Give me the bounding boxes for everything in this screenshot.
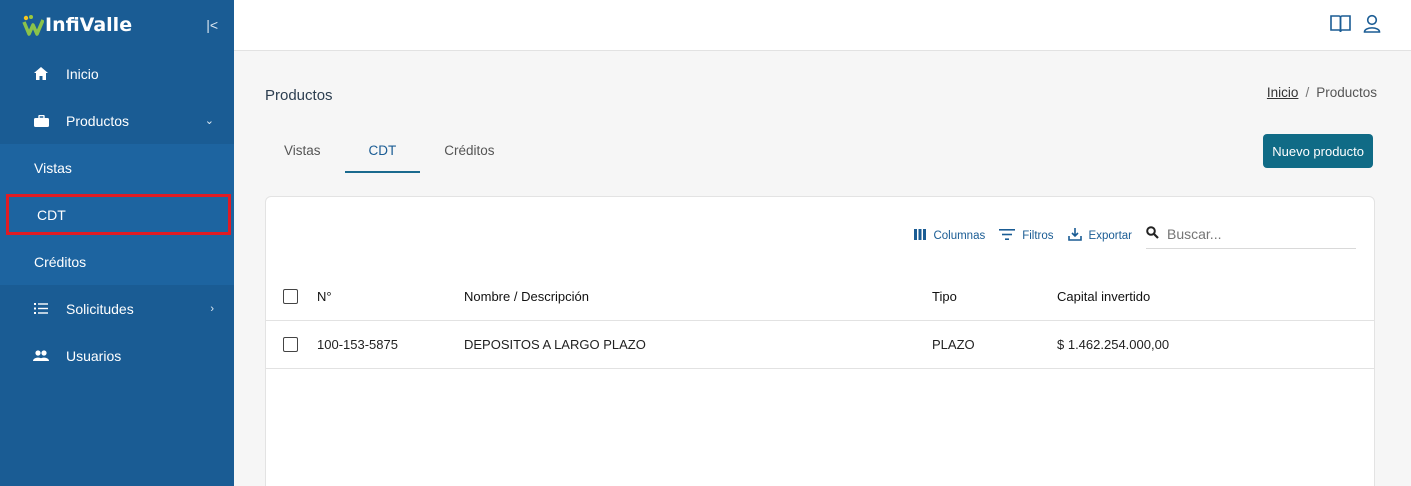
search-input[interactable] [1167, 226, 1337, 242]
sidebar-item-usuarios[interactable]: Usuarios [0, 332, 234, 379]
tab-creditos[interactable]: Créditos [420, 133, 518, 173]
export-label: Exportar [1088, 229, 1132, 242]
header-tipo[interactable]: Tipo [932, 289, 1057, 304]
users-icon [30, 350, 52, 361]
sidebar: InfiValle |< Inicio Productos ⌄ Vistas C… [0, 0, 234, 486]
sidebar-item-label: Productos [66, 112, 130, 129]
columns-label: Columnas [933, 229, 986, 242]
row-checkbox[interactable] [283, 337, 298, 352]
sidebar-subitem-cdt[interactable]: CDT [6, 194, 231, 235]
sidebar-item-label: Solicitudes [66, 300, 134, 317]
select-all-checkbox[interactable] [283, 289, 298, 304]
list-icon [30, 303, 52, 314]
book-icon[interactable] [1330, 14, 1351, 38]
cell-capital: $ 1.462.254.000,00 [1057, 337, 1170, 352]
collapse-sidebar-icon[interactable]: |< [206, 17, 218, 33]
products-card: Columnas Filtros Exportar Buscar... N° N… [265, 196, 1375, 486]
table-row[interactable]: 100-153-5875 DEPOSITOS A LARGO PLAZO PLA… [266, 321, 1374, 369]
sidebar-subitem-label: Créditos [34, 253, 87, 270]
logo-mark-icon [22, 14, 45, 36]
filters-label: Filtros [1022, 229, 1054, 242]
sidebar-item-label: Usuarios [66, 347, 122, 364]
table-header-row: N° Nombre / Descripción Tipo Capital inv… [266, 273, 1374, 321]
download-icon [1067, 227, 1082, 244]
tab-cdt[interactable]: CDT [344, 133, 421, 173]
export-button[interactable]: Exportar [1067, 227, 1132, 244]
logo[interactable]: InfiValle [22, 14, 132, 36]
brand-name: InfiValle [45, 14, 133, 36]
sidebar-item-productos[interactable]: Productos ⌄ [0, 97, 234, 144]
cell-tipo: PLAZO [932, 337, 975, 352]
chevron-right-icon: › [210, 302, 214, 315]
tabs: Vistas CDT Créditos [260, 133, 519, 173]
sidebar-item-solicitudes[interactable]: Solicitudes › [0, 285, 234, 332]
filter-icon [999, 228, 1016, 243]
breadcrumb-home-link[interactable]: Inicio [1267, 85, 1299, 100]
briefcase-icon [30, 114, 52, 127]
header-capital[interactable]: Capital invertido [1057, 289, 1374, 304]
columns-button[interactable]: Columnas [914, 228, 986, 243]
page-title: Productos [265, 87, 333, 104]
sidebar-subitem-label: CDT [37, 206, 66, 223]
sidebar-subitem-vistas[interactable]: Vistas [0, 144, 234, 191]
search-icon [1146, 226, 1159, 242]
sidebar-subitem-creditos[interactable]: Créditos [0, 238, 234, 285]
header-num[interactable]: N° [316, 289, 464, 304]
breadcrumb-current: Productos [1316, 85, 1377, 100]
header-name[interactable]: Nombre / Descripción [464, 289, 932, 304]
new-product-button[interactable]: Nuevo producto [1263, 134, 1373, 168]
tab-vistas[interactable]: Vistas [260, 133, 345, 173]
top-icons [1330, 14, 1381, 38]
sidebar-item-inicio[interactable]: Inicio [0, 50, 234, 97]
sidebar-header: InfiValle |< [0, 0, 234, 50]
sidebar-item-label: Inicio [66, 65, 99, 82]
grid-toolbar: Columnas Filtros Exportar [914, 222, 1356, 249]
search-box [1146, 222, 1356, 249]
user-icon[interactable] [1363, 14, 1381, 38]
main-content: Productos Inicio / Productos Vistas CDT Cr… [234, 51, 1411, 486]
products-table: N° Nombre / Descripción Tipo Capital inv… [266, 273, 1374, 369]
cell-name: DEPOSITOS A LARGO PLAZO [464, 337, 646, 352]
home-icon [30, 67, 52, 80]
top-bar [234, 0, 1411, 51]
cell-num: 100-153-5875 [317, 337, 398, 352]
breadcrumb-separator: / [1305, 85, 1310, 100]
filters-button[interactable]: Filtros [999, 228, 1054, 243]
chevron-down-icon: ⌄ [204, 115, 214, 127]
sidebar-subitem-label: Vistas [34, 159, 72, 176]
breadcrumb: Inicio / Productos [1267, 85, 1377, 100]
columns-icon [914, 228, 927, 243]
productos-submenu: Vistas CDT Créditos [0, 144, 234, 285]
